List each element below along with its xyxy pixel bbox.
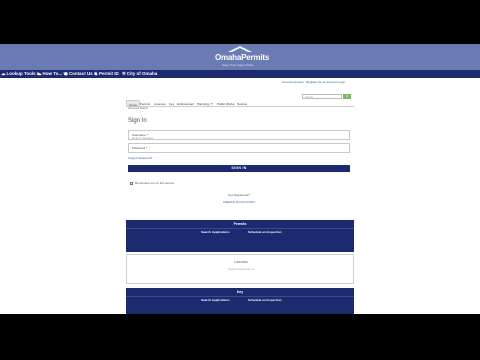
username-field[interactable]: Username * Email or Username — [128, 130, 350, 140]
key-panel: Key Search Applications Schedule an Insp… — [126, 288, 354, 314]
logo-name: OmahaPermits — [215, 53, 270, 62]
permits-schedule-inspection-link[interactable]: Schedule an Inspection — [248, 230, 282, 234]
cloud-icon: ☁ — [1, 71, 6, 76]
password-field[interactable]: Password * — [128, 143, 350, 153]
create-account-link[interactable]: CREATE AN ACCOUNT — [128, 200, 350, 204]
forgot-password-link[interactable]: Forgot Password? — [128, 156, 152, 160]
permits-panel-title: Permits — [233, 222, 247, 226]
licenses-panel: Licenses Search Applications — [126, 254, 354, 284]
omaha-permits-logo[interactable]: OmahaPermits Save Time Apply Online — [214, 46, 270, 68]
sign-in-title: Sign In — [128, 118, 147, 124]
password-label: Password — [132, 145, 146, 150]
site-header: OmahaPermits Save Time Apply Online — [0, 44, 480, 70]
nav-city-of-omaha[interactable]: ✲City of Omaha — [122, 71, 157, 77]
not-registered-text: Not Registered? — [228, 193, 250, 197]
gear-icon: ✲ — [122, 71, 126, 76]
licenses-panel-title: Licenses — [234, 260, 248, 264]
username-hint: Email or Username — [132, 136, 154, 140]
register-link[interactable]: Register for an Account — [306, 80, 337, 84]
login-link[interactable]: Login — [338, 80, 345, 84]
nav-how-to[interactable]: ☁How To... ▾ — [37, 71, 66, 77]
remember-me-checkbox[interactable]: Remember me on this device — [130, 181, 174, 185]
key-panel-title: Key — [236, 290, 244, 294]
checkbox-icon — [130, 181, 133, 185]
main-nav: ☁Lookup Tools ▾ ☁How To... ▾ ◉Contact Us… — [0, 70, 480, 78]
permits-panel: Permits Search Applications Schedule an … — [126, 220, 354, 252]
tab-divider — [126, 106, 354, 107]
required-marker: * — [146, 145, 148, 150]
key-schedule-inspection-link[interactable]: Schedule an Inspection — [248, 298, 282, 302]
announcements-link[interactable]: Announcements — [282, 80, 304, 84]
logo-tagline: Save Time Apply Online — [222, 63, 254, 67]
search-button[interactable]: Q — [343, 94, 351, 99]
person-icon: ♟ — [94, 71, 99, 76]
nav-contact-us[interactable]: ◉Contact Us ▾ — [64, 71, 96, 77]
key-search-applications-link[interactable]: Search Applications — [201, 298, 230, 302]
remember-me-label: Remember me on this device — [135, 181, 175, 185]
sign-in-button[interactable]: SIGN IN — [128, 165, 350, 172]
nav-permit-id[interactable]: ♟Permit ID — [94, 71, 119, 77]
advanced-search-link[interactable]: Advanced Search — [128, 107, 148, 110]
browser-page: OmahaPermits Save Time Apply Online ☁Loo… — [0, 44, 480, 314]
globe-icon: ◉ — [64, 71, 68, 76]
cloud-icon: ☁ — [37, 71, 42, 76]
nav-lookup-tools[interactable]: ☁Lookup Tools ▾ — [1, 71, 39, 77]
permits-search-applications-link[interactable]: Search Applications — [201, 230, 230, 234]
licenses-search-applications-link[interactable]: Search Applications — [127, 267, 355, 271]
search-input[interactable]: Search — [302, 94, 342, 99]
